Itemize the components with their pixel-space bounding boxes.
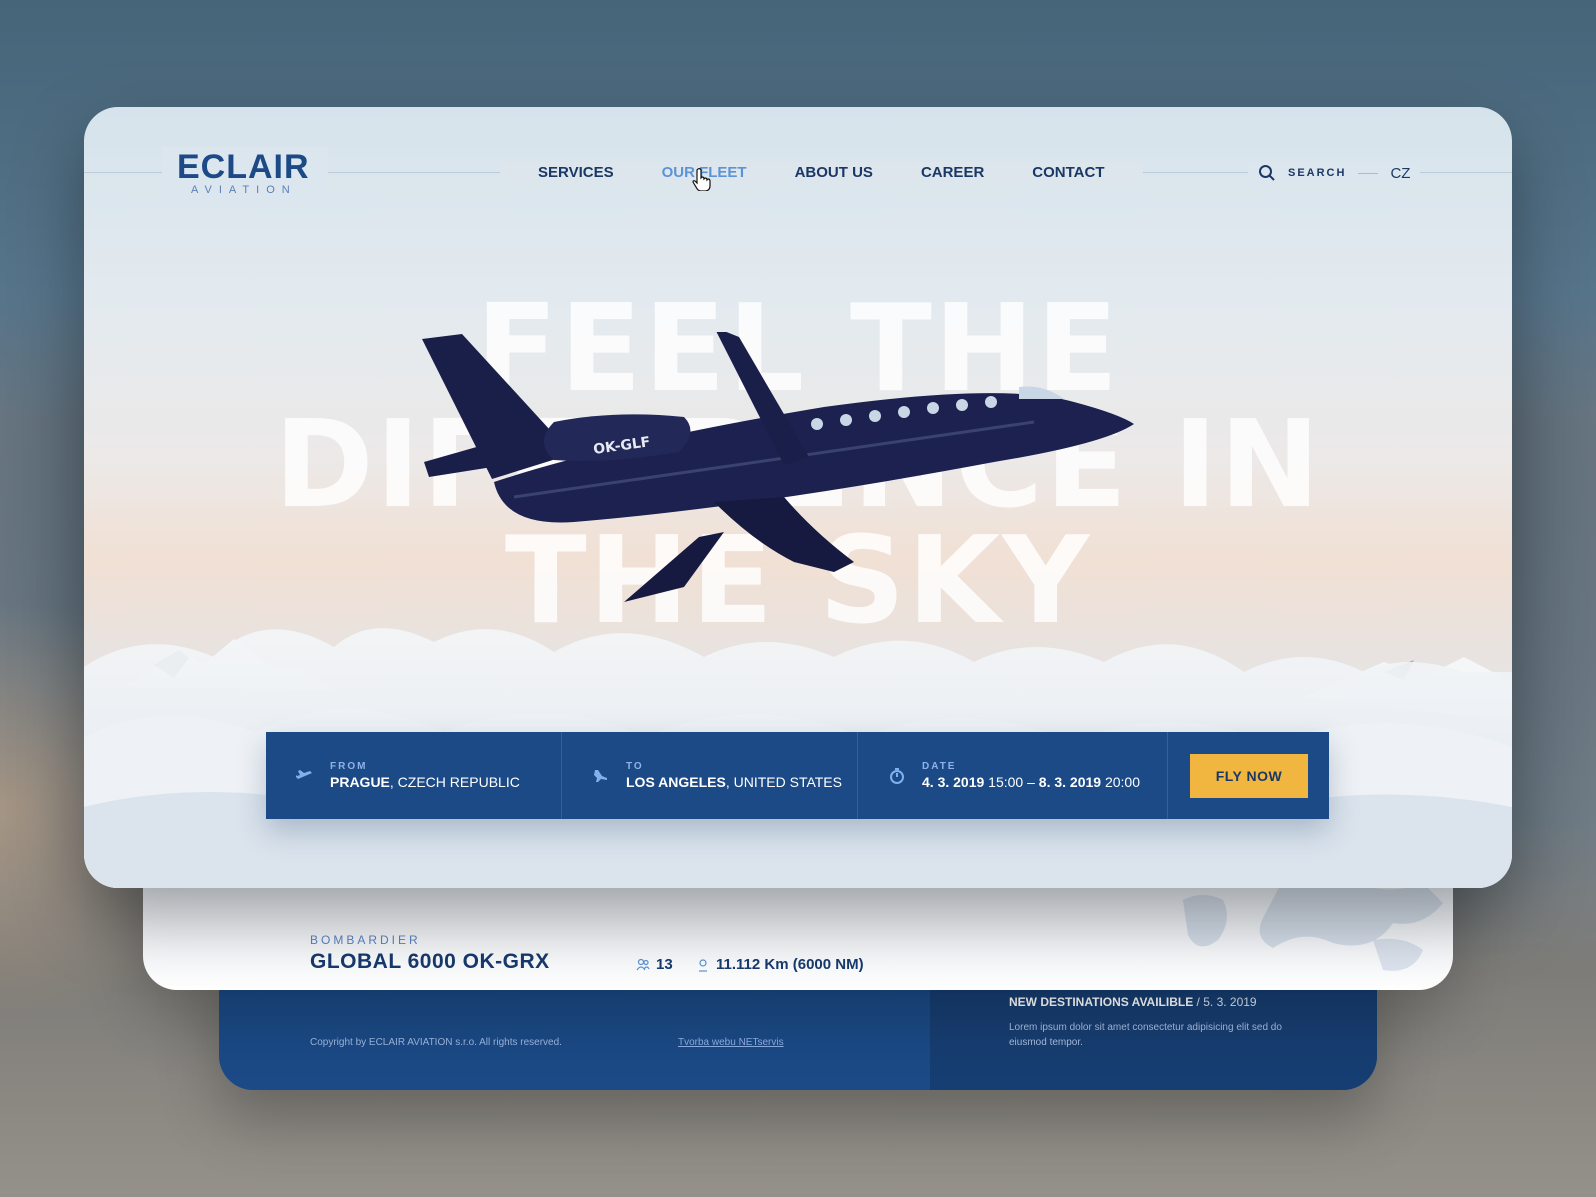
hero-card: ECLAIR AVIATION SERVICES OUR FLEET ABOUT…	[84, 107, 1512, 888]
logo-sub: AVIATION	[191, 184, 297, 196]
world-map-graphic	[1181, 871, 1443, 971]
news-body: Lorem ipsum dolor sit amet consectetur a…	[1009, 1022, 1282, 1048]
nav-item-contact[interactable]: CONTACT	[1008, 162, 1128, 184]
language-divider	[1358, 172, 1379, 174]
location-pin-icon	[699, 958, 707, 972]
news-date: / 5. 3. 2019	[1193, 995, 1257, 1009]
date-label: DATE	[922, 761, 957, 772]
logo-name: ECLAIR	[177, 148, 310, 186]
fly-now-button[interactable]: FLY NOW	[1190, 753, 1308, 798]
from-country: , CZECH REPUBLIC	[389, 774, 520, 790]
time-start: 15:00 –	[984, 774, 1039, 790]
credit-link[interactable]: Tvorba webu NETservis	[678, 1037, 784, 1048]
to-field[interactable]: TO LOS ANGELES, UNITED STATES	[562, 732, 858, 819]
nav-item-about-us[interactable]: ABOUT US	[771, 162, 897, 184]
from-label: FROM	[330, 761, 368, 772]
time-end: 20:00	[1101, 774, 1140, 790]
language-switch[interactable]: CZ	[1390, 165, 1410, 182]
search-icon[interactable]	[1258, 164, 1276, 182]
to-country: , UNITED STATES	[725, 774, 842, 790]
news-title[interactable]: NEW DESTINATIONS AVAILIBLE / 5. 3. 2019	[1009, 995, 1257, 1009]
date-start: 4. 3. 2019	[922, 774, 985, 790]
date-value: 4. 3. 2019 15:00 – 8. 3. 2019 20:00	[922, 774, 1140, 790]
to-label: TO	[626, 761, 644, 772]
booking-bar: FROM PRAGUE, CZECH REPUBLIC TO LOS ANGEL…	[266, 732, 1329, 819]
header-tools: SEARCH CZ	[1248, 162, 1421, 184]
copyright-text: Copyright by ECLAIR AVIATION s.r.o. All …	[310, 1037, 562, 1048]
fleet-range: 11.112 Km (6000 NM)	[696, 956, 864, 973]
hand-cursor-icon	[692, 168, 711, 191]
jet-image: OK-GLF	[422, 332, 1134, 602]
passengers-icon	[636, 958, 650, 970]
fleet-brand: BOMBARDIER	[310, 933, 421, 947]
from-city: PRAGUE	[330, 774, 390, 790]
from-value: PRAGUE, CZECH REPUBLIC	[330, 774, 520, 790]
brand-logo[interactable]: ECLAIR AVIATION	[177, 150, 310, 196]
search-label[interactable]: SEARCH	[1288, 167, 1346, 179]
fleet-model[interactable]: GLOBAL 6000 OK-GRX	[310, 950, 550, 974]
fleet-passengers: 13	[636, 956, 673, 973]
nav-item-services[interactable]: SERVICES	[514, 162, 638, 184]
stopwatch-icon	[890, 767, 904, 784]
from-field[interactable]: FROM PRAGUE, CZECH REPUBLIC	[266, 732, 562, 819]
landing-icon	[594, 769, 607, 782]
news-title-text: NEW DESTINATIONS AVAILIBLE	[1009, 995, 1194, 1009]
fleet-range-value: 11.112 Km (6000 NM)	[716, 956, 864, 973]
fleet-passengers-value: 13	[656, 956, 673, 973]
to-value: LOS ANGELES, UNITED STATES	[626, 774, 842, 790]
date-end: 8. 3. 2019	[1038, 774, 1102, 790]
takeoff-icon	[296, 769, 312, 779]
to-city: LOS ANGELES	[626, 774, 726, 790]
nav-item-career[interactable]: CAREER	[897, 162, 1008, 184]
date-field[interactable]: DATE 4. 3. 2019 15:00 – 8. 3. 2019 20:00	[858, 732, 1168, 819]
main-nav: SERVICES OUR FLEET ABOUT US CAREER CONTA…	[500, 162, 1143, 184]
